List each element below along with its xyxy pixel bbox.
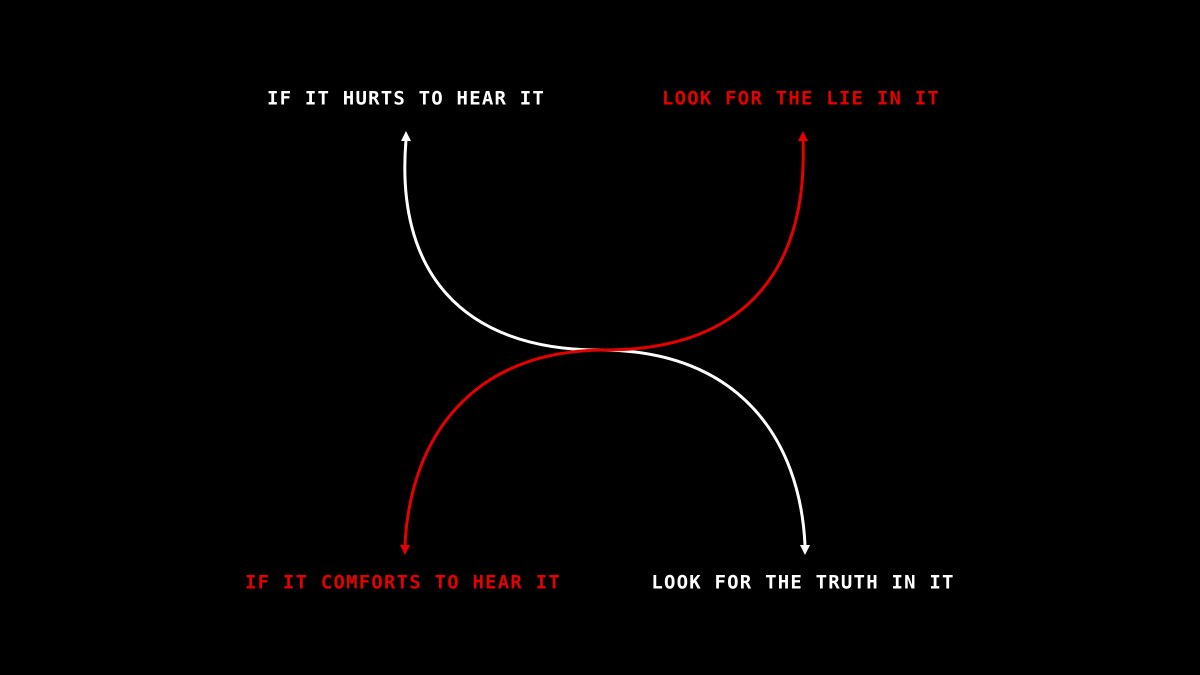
label-look-for-truth: LOOK FOR THE TRUTH IN IT — [651, 571, 955, 594]
red-arrowhead-down — [400, 545, 410, 555]
red-arrowhead-up — [798, 131, 808, 141]
diagram-canvas: IF IT HURTS TO HEAR IT LOOK FOR THE LIE … — [0, 0, 1200, 675]
red-curve — [403, 139, 805, 546]
white-arrowhead-down — [800, 545, 810, 555]
label-look-for-lie: LOOK FOR THE LIE IN IT — [661, 87, 941, 110]
label-hurts-to-hear: IF IT HURTS TO HEAR IT — [266, 87, 546, 110]
label-comforts-to-hear: IF IT COMFORTS TO HEAR IT — [245, 571, 561, 594]
white-arrowhead-up — [401, 131, 411, 141]
white-curve — [403, 139, 807, 546]
crossing-arrows — [400, 131, 810, 555]
